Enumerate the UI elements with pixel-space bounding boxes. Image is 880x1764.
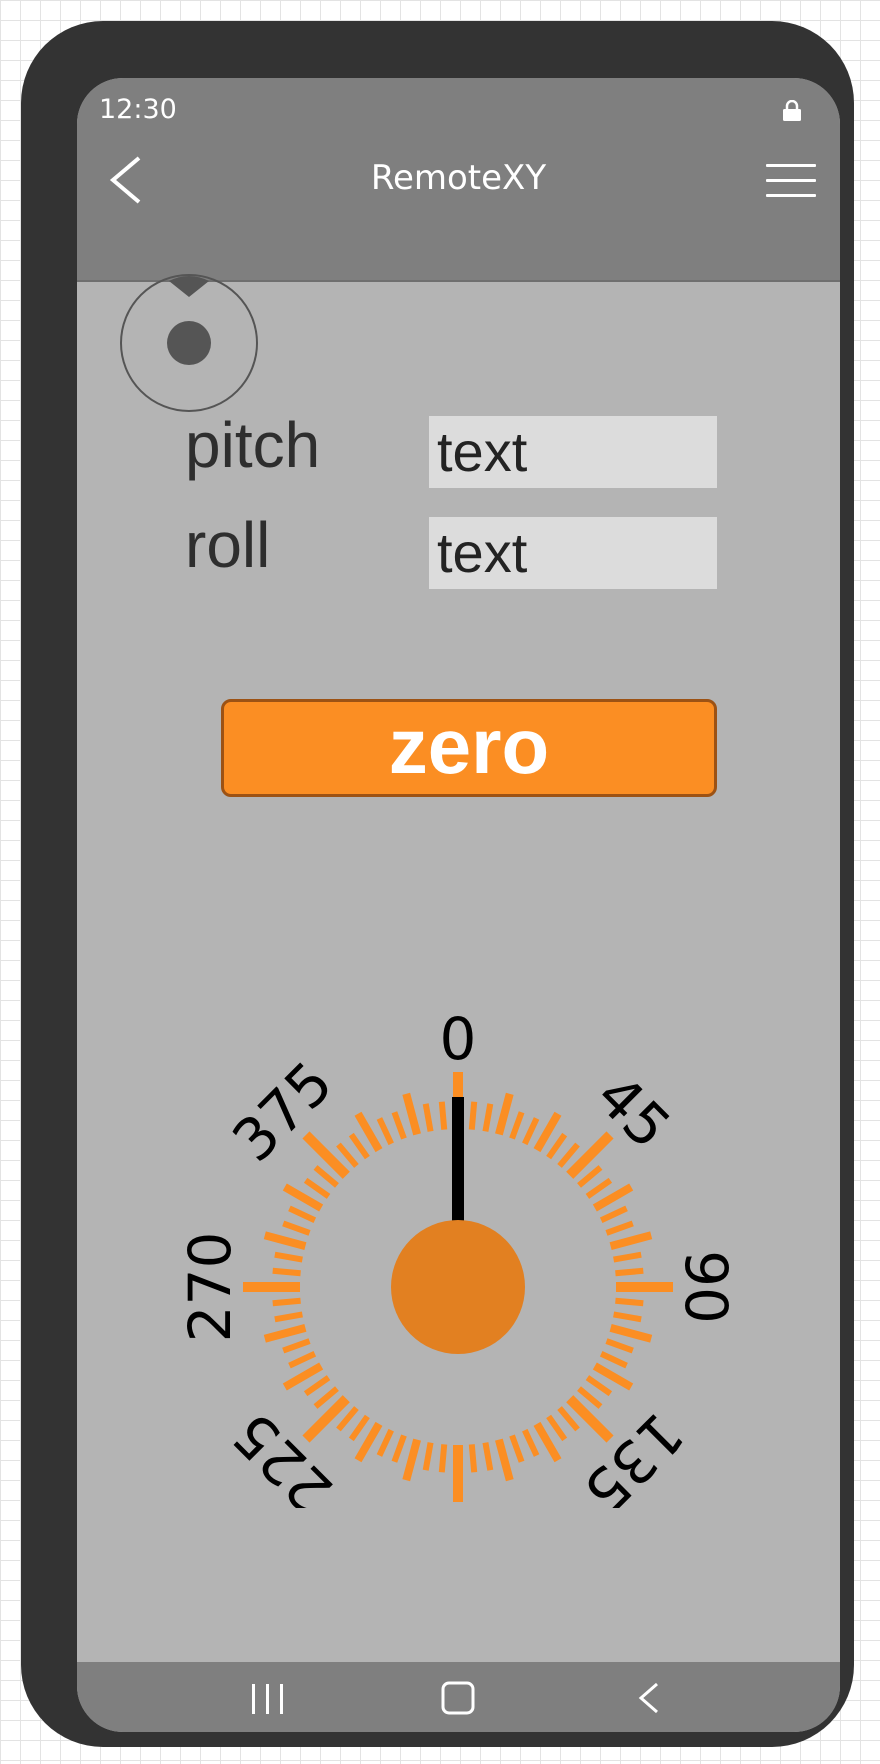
compass-tick	[336, 1142, 359, 1168]
compass-tick	[313, 1165, 339, 1188]
compass-tick	[263, 1324, 307, 1343]
compass-tick	[482, 1442, 494, 1471]
compass-tick	[402, 1438, 421, 1482]
compass-tick	[282, 1220, 311, 1236]
compass-tick	[303, 1177, 331, 1199]
compass-tick	[613, 1311, 642, 1323]
compass-tick	[274, 1251, 303, 1263]
compass-label: 0	[440, 1005, 477, 1073]
compass-tick	[468, 1101, 478, 1130]
status-time: 12:30	[99, 94, 177, 125]
compass-tick	[605, 1338, 634, 1354]
recents-icon[interactable]	[248, 1680, 288, 1716]
compass-tick	[609, 1231, 653, 1250]
pitch-label: pitch	[185, 409, 321, 481]
compass-tick	[522, 1428, 540, 1457]
compass-tick	[422, 1442, 434, 1471]
compass-tick	[599, 1351, 628, 1369]
compass-tick	[303, 1375, 331, 1397]
joystick-icon[interactable]	[119, 273, 259, 413]
hamburger-menu-icon[interactable]	[766, 164, 816, 200]
compass-tick	[438, 1444, 448, 1473]
compass-tick	[468, 1444, 478, 1473]
compass-tick	[313, 1386, 339, 1409]
compass-tick	[272, 1267, 301, 1277]
compass-tick	[482, 1103, 494, 1132]
compass-tick	[613, 1251, 642, 1263]
phone-frame: 12:30 RemoteXY pitch text roll text zero…	[21, 21, 854, 1747]
compass-tick	[438, 1101, 448, 1130]
compass-tick	[288, 1205, 317, 1223]
compass-tick	[422, 1103, 434, 1132]
app-screen: 12:30 RemoteXY pitch text roll text zero…	[77, 78, 840, 1732]
pitch-value-field: text	[429, 416, 717, 488]
compass-hub	[391, 1220, 525, 1354]
compass-tick	[376, 1117, 394, 1146]
compass-tick	[274, 1311, 303, 1323]
compass-tick	[577, 1165, 603, 1188]
compass-tick	[566, 1131, 614, 1179]
compass-tick	[509, 1434, 525, 1463]
nav-back-icon[interactable]	[629, 1680, 669, 1716]
compass-tick	[585, 1375, 613, 1397]
compass-tick	[376, 1428, 394, 1457]
compass-tick	[348, 1132, 370, 1160]
compass-tick	[263, 1231, 307, 1250]
compass-gauge: 04590135180225270375	[176, 1005, 740, 1508]
compass-tick	[615, 1297, 644, 1307]
compass-tick	[615, 1267, 644, 1277]
compass-tick	[272, 1297, 301, 1307]
compass-tick	[546, 1414, 568, 1442]
lock-icon	[783, 100, 801, 121]
compass-tick	[522, 1117, 540, 1146]
compass-tick	[495, 1092, 514, 1136]
compass-tick	[402, 1092, 421, 1136]
compass-tick	[546, 1132, 568, 1160]
compass-tick	[509, 1111, 525, 1140]
zero-button[interactable]: zero	[221, 699, 717, 797]
compass-tick	[609, 1324, 653, 1343]
compass-tick	[566, 1395, 614, 1443]
app-title: RemoteXY	[370, 158, 547, 198]
compass-tick	[282, 1338, 311, 1354]
compass-tick	[288, 1351, 317, 1369]
compass-tick	[495, 1438, 514, 1482]
compass-tick	[577, 1386, 603, 1409]
compass-tick	[557, 1142, 580, 1168]
compass-tick	[557, 1406, 580, 1432]
status-bar: 12:30	[77, 78, 840, 142]
compass-tick	[348, 1414, 370, 1442]
compass-tick	[599, 1205, 628, 1223]
compass-tick	[391, 1111, 407, 1140]
compass-label: 90	[672, 1250, 740, 1324]
compass-tick	[391, 1434, 407, 1463]
system-nav-bar	[77, 1662, 840, 1732]
compass-label: 180	[403, 1501, 514, 1508]
compass-tick	[336, 1406, 359, 1432]
roll-value-field: text	[429, 517, 717, 589]
compass-label: 270	[176, 1232, 244, 1343]
compass-tick	[302, 1131, 350, 1179]
compass-tick	[585, 1177, 613, 1199]
compass-tick	[302, 1395, 350, 1443]
roll-label: roll	[185, 509, 271, 581]
home-icon[interactable]	[438, 1680, 478, 1716]
compass-tick	[605, 1220, 634, 1236]
